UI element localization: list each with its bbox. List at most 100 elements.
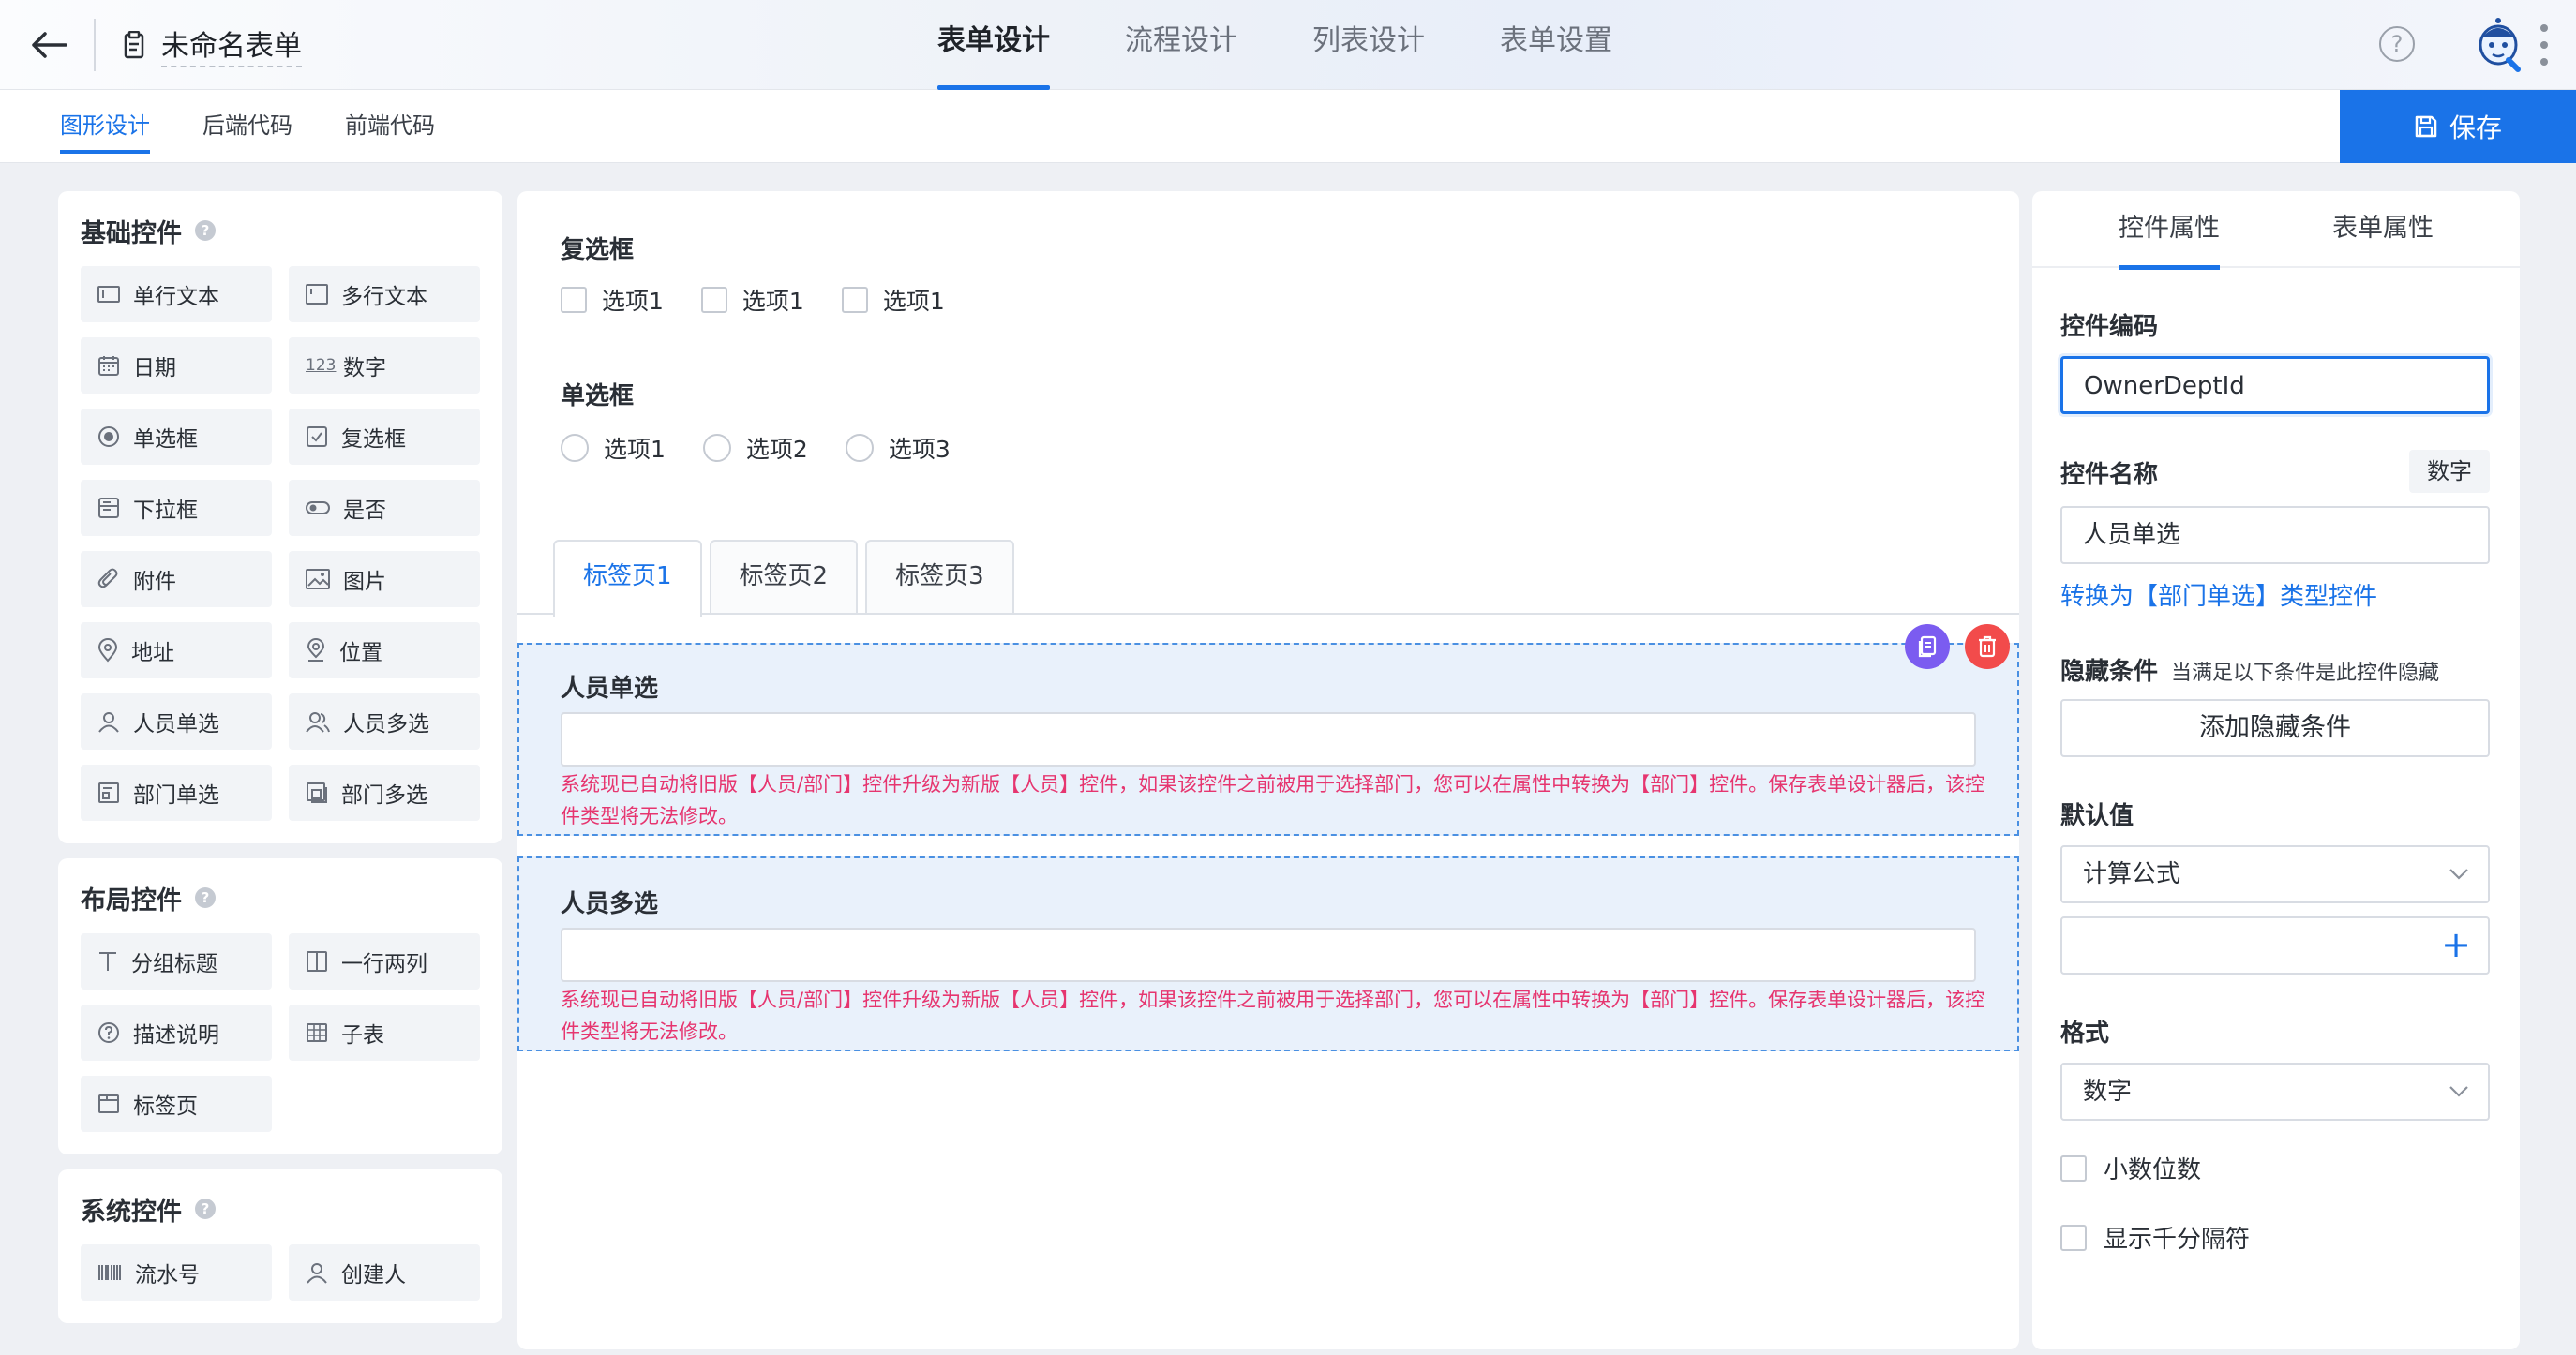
control-radio[interactable]: 单选框 <box>81 409 272 465</box>
question-icon[interactable]: ? <box>195 887 216 908</box>
avatar[interactable] <box>2467 13 2529 75</box>
form-title-area[interactable]: 未命名表单 <box>124 22 302 67</box>
radio[interactable] <box>702 434 731 462</box>
control-image[interactable]: 图片 <box>289 551 480 607</box>
user-single-field[interactable]: 人员单选 系统现已自动将旧版【人员/部门】控件升级为新版【人员】控件，如果该控件… <box>517 624 2019 836</box>
control-label: 单行文本 <box>133 285 219 309</box>
upgrade-warning: 系统现已自动将旧版【人员/部门】控件升级为新版【人员】控件，如果该控件之前被用于… <box>561 773 1985 827</box>
decimal-places-option[interactable]: 小数位数 <box>2060 1151 2201 1185</box>
tab-form-design[interactable]: 表单设计 <box>937 0 1050 90</box>
image-icon <box>306 569 330 589</box>
question-icon[interactable]: ? <box>195 220 216 241</box>
radio-option[interactable]: 选项1 <box>561 431 666 465</box>
control-group-title[interactable]: 分组标题 <box>81 933 272 990</box>
tab-form-properties[interactable]: 表单属性 <box>2332 191 2434 268</box>
thousands-separator-option[interactable]: 显示千分隔符 <box>2060 1220 2250 1255</box>
checkbox-options: 选项1 选项1 选项1 <box>561 283 982 317</box>
plus-icon[interactable]: + <box>2441 924 2471 965</box>
department-icon <box>97 782 120 804</box>
control-description[interactable]: 描述说明 <box>81 1005 272 1061</box>
decimal-places-checkbox[interactable] <box>2060 1154 2087 1182</box>
question-icon[interactable]: ? <box>195 1199 216 1219</box>
section-title: 系统控件 <box>81 1197 182 1227</box>
tab-page-2[interactable]: 标签页2 <box>709 540 859 613</box>
radio[interactable] <box>845 434 874 462</box>
control-dept-single[interactable]: 部门单选 <box>81 765 272 821</box>
control-attachment[interactable]: 附件 <box>81 551 272 607</box>
control-checkbox[interactable]: 复选框 <box>289 409 480 465</box>
tab-flow-design[interactable]: 流程设计 <box>1125 0 1237 90</box>
sub-nav-bar: 图形设计 后端代码 前端代码 <box>0 90 2576 163</box>
tab-backend-code[interactable]: 后端代码 <box>202 90 292 163</box>
copy-field-icon[interactable] <box>1905 624 1950 669</box>
control-label: 分组标题 <box>131 952 217 976</box>
control-serial-number[interactable]: 流水号 <box>81 1244 272 1301</box>
checkbox[interactable] <box>700 287 727 313</box>
default-value-select[interactable]: 计算公式 <box>2060 845 2490 903</box>
control-code-label: 控件编码 <box>2060 313 2159 341</box>
checkbox-icon <box>306 425 328 448</box>
control-label: 位置 <box>339 641 382 665</box>
control-date[interactable]: 日期 <box>81 337 272 394</box>
option-label: 选项1 <box>602 288 664 315</box>
tab-list-design[interactable]: 列表设计 <box>1312 0 1425 90</box>
more-menu-icon[interactable] <box>2539 24 2550 66</box>
user-multi-input[interactable] <box>561 928 1976 982</box>
control-code-input[interactable]: OwnerDeptId <box>2060 356 2490 414</box>
checkbox[interactable] <box>561 287 587 313</box>
form-title[interactable]: 未命名表单 <box>161 22 302 67</box>
control-position[interactable]: 位置 <box>289 622 480 678</box>
tab-frontend-code[interactable]: 前端代码 <box>345 90 435 163</box>
control-address[interactable]: 地址 <box>81 622 272 678</box>
option-label: 选项3 <box>888 436 951 463</box>
departments-icon <box>306 782 328 804</box>
control-user-multi[interactable]: 人员多选 <box>289 693 480 750</box>
radio-option[interactable]: 选项2 <box>702 431 808 465</box>
add-hide-condition-button[interactable]: 添加隐藏条件 <box>2060 699 2490 757</box>
control-dept-multi[interactable]: 部门多选 <box>289 765 480 821</box>
tab-control-properties[interactable]: 控件属性 <box>2119 191 2220 270</box>
tab-page-3[interactable]: 标签页3 <box>865 540 1014 613</box>
option-label: 选项1 <box>604 436 666 463</box>
control-single-line-text[interactable]: 单行文本 <box>81 266 272 322</box>
help-icon[interactable]: ? <box>2379 26 2415 62</box>
save-label: 保存 <box>2449 112 2502 143</box>
checkbox-field-label: 复选框 <box>561 236 635 264</box>
control-tab-page[interactable]: 标签页 <box>81 1076 272 1132</box>
back-arrow-icon[interactable] <box>26 22 71 67</box>
save-button[interactable]: 保存 <box>2340 90 2576 163</box>
control-label: 描述说明 <box>133 1023 219 1048</box>
format-select[interactable]: 数字 <box>2060 1063 2490 1121</box>
radio[interactable] <box>561 434 589 462</box>
user-multi-field[interactable]: 人员多选 系统现已自动将旧版【人员/部门】控件升级为新版【人员】控件，如果该控件… <box>517 856 2019 1051</box>
control-creator[interactable]: 创建人 <box>289 1244 480 1301</box>
checkbox-option[interactable]: 选项1 <box>700 283 804 317</box>
checkbox[interactable] <box>841 287 868 313</box>
convert-type-link[interactable]: 转换为【部门单选】类型控件 <box>2060 577 2377 612</box>
checkbox-option[interactable]: 选项1 <box>561 283 664 317</box>
system-controls-title: 系统控件 ? <box>81 1190 480 1228</box>
radio-option[interactable]: 选项3 <box>845 431 951 465</box>
control-dropdown[interactable]: 下拉框 <box>81 480 272 536</box>
checkbox-option[interactable]: 选项1 <box>841 283 945 317</box>
user-single-input[interactable] <box>561 712 1976 767</box>
control-label: 部门多选 <box>341 783 427 808</box>
control-subtable[interactable]: 子表 <box>289 1005 480 1061</box>
default-value-label: 默认值 <box>2060 802 2134 830</box>
form-canvas[interactable]: 复选框 选项1 选项1 选项1 单选框 选项1 选项2 选项3 标签页1 标签页… <box>517 191 2019 1349</box>
control-multi-line-text[interactable]: 多行文本 <box>289 266 480 322</box>
formula-input[interactable]: + <box>2060 916 2490 975</box>
control-name-input[interactable]: 人员单选 <box>2060 506 2490 564</box>
delete-field-icon[interactable] <box>1965 624 2010 669</box>
control-two-column[interactable]: 一行两列 <box>289 933 480 990</box>
subtable-icon <box>306 1021 328 1044</box>
control-toggle[interactable]: 是否 <box>289 480 480 536</box>
thousands-separator-checkbox[interactable] <box>2060 1224 2087 1251</box>
control-number[interactable]: 123 数字 <box>289 337 480 394</box>
tab-page-1[interactable]: 标签页1 <box>553 540 702 617</box>
tab-graphic-design[interactable]: 图形设计 <box>60 90 150 163</box>
type-badge: 数字 <box>2409 450 2490 493</box>
tab-form-settings[interactable]: 表单设置 <box>1500 0 1612 90</box>
option-label: 小数位数 <box>2104 1156 2202 1184</box>
control-user-single[interactable]: 人员单选 <box>81 693 272 750</box>
